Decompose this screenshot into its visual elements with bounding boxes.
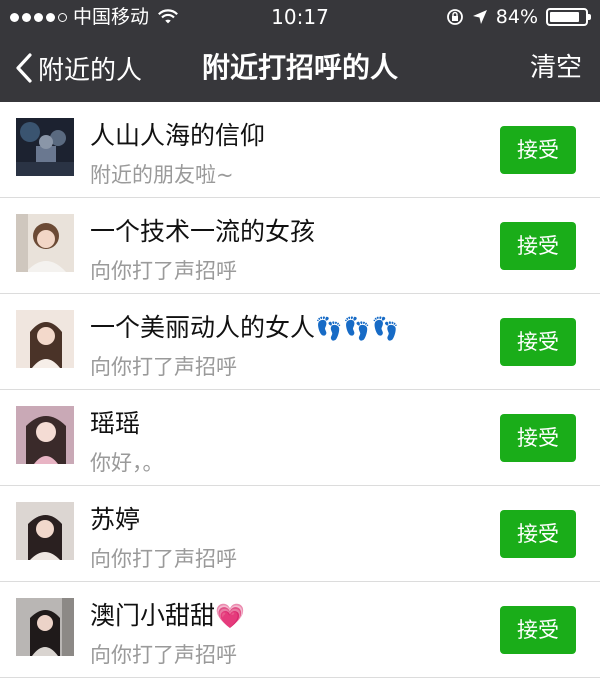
list-item[interactable]: 苏婷 向你打了声招呼 接受 — [0, 486, 600, 582]
contact-name-text: 一个美丽动人的女人 — [90, 313, 316, 342]
greeting-list: 人山人海的信仰 附近的朋友啦~ 接受 一个技术一流的女孩 向你打了声招呼 接受 — [0, 102, 600, 678]
accept-button[interactable]: 接受 — [500, 606, 576, 654]
contact-name: 澳门小甜甜💗 — [90, 596, 245, 632]
back-button[interactable]: 附近的人 — [14, 34, 142, 102]
nav-bar: 附近的人 附近打招呼的人 清空 — [0, 34, 600, 102]
heart-emoji: 💗 — [215, 602, 245, 630]
contact-name: 苏婷 — [90, 505, 141, 534]
list-item[interactable]: 澳门小甜甜💗 向你打了声招呼 接受 — [0, 582, 600, 678]
greeting-message: 向你打了声招呼 — [90, 355, 237, 379]
accept-button[interactable]: 接受 — [500, 510, 576, 558]
avatar[interactable] — [16, 406, 74, 464]
greeting-message: 向你打了声招呼 — [90, 643, 237, 667]
list-item[interactable]: 一个美丽动人的女人👣👣👣 向你打了声招呼 接受 — [0, 294, 600, 390]
contact-name-text: 澳门小甜甜 — [90, 601, 216, 630]
back-button-label: 附近的人 — [38, 55, 143, 86]
clear-button[interactable]: 清空 — [530, 34, 582, 102]
contact-name: 人山人海的信仰 — [90, 121, 266, 150]
header: 中国移动 10:17 84% 附近的人 附近打招呼的人 清空 — [0, 0, 600, 102]
status-right: 84% — [446, 0, 591, 34]
accept-button[interactable]: 接受 — [500, 222, 576, 270]
chevron-left-icon — [16, 53, 32, 83]
accept-button[interactable]: 接受 — [500, 414, 576, 462]
battery-percentage: 84% — [495, 6, 538, 28]
avatar[interactable] — [16, 502, 74, 560]
avatar[interactable] — [16, 214, 74, 272]
avatar[interactable] — [16, 310, 74, 368]
greeting-message: 附近的朋友啦~ — [90, 163, 234, 187]
list-item[interactable]: 瑶瑶 你好，。 接受 — [0, 390, 600, 486]
contact-name: 瑶瑶 — [90, 409, 141, 438]
avatar[interactable] — [16, 118, 74, 176]
contact-name: 一个技术一流的女孩 — [90, 217, 316, 246]
greeting-message: 你好，。 — [90, 451, 164, 475]
status-bar: 中国移动 10:17 84% — [0, 0, 600, 34]
list-item[interactable]: 人山人海的信仰 附近的朋友啦~ 接受 — [0, 102, 600, 198]
avatar[interactable] — [16, 598, 74, 656]
battery-icon — [546, 8, 591, 26]
list-item[interactable]: 一个技术一流的女孩 向你打了声招呼 接受 — [0, 198, 600, 294]
accept-button[interactable]: 接受 — [500, 318, 576, 366]
greeting-message: 向你打了声招呼 — [90, 547, 237, 571]
location-arrow-icon — [472, 10, 487, 24]
accept-button[interactable]: 接受 — [500, 126, 576, 174]
contact-name: 一个美丽动人的女人👣👣👣 — [90, 308, 400, 344]
greeting-message: 向你打了声招呼 — [90, 259, 237, 283]
footprints-emoji: 👣👣👣 — [315, 317, 401, 342]
orientation-lock-icon — [446, 9, 463, 25]
battery-fill — [550, 12, 579, 22]
